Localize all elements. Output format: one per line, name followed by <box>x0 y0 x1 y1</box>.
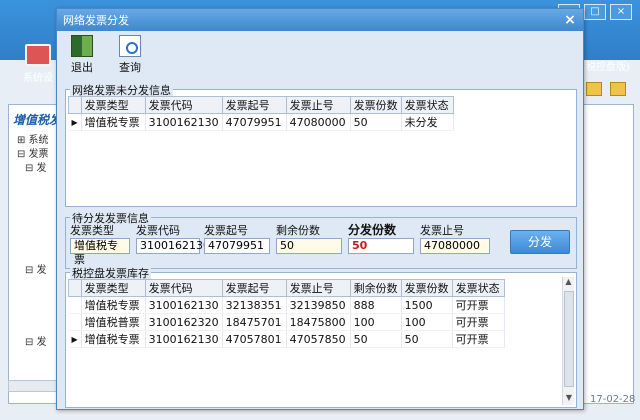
distribute-count-label: 分发份数 <box>348 223 397 237</box>
table-row[interactable]: ▶ 增值税专票 3100162130 47057801 47057850 50 … <box>68 330 505 348</box>
table-header-row: 发票类型 发票代码 发票起号 发票止号 发票份数 发票状态 <box>68 96 454 114</box>
invoice-type-label: 发票类型 <box>70 224 114 237</box>
table-cell: 47079951 <box>222 113 287 131</box>
inventory-table: 发票类型 发票代码 发票起号 发票止号 剩余份数 发票份数 发票状态 增值税专票… <box>68 279 505 348</box>
table-cell: 50 <box>350 113 402 131</box>
start-number-label: 发票起号 <box>204 224 248 237</box>
remaining-count-field[interactable]: 50 <box>276 238 342 254</box>
column-header[interactable]: 发票起号 <box>221 96 287 114</box>
folder-icon[interactable] <box>610 82 626 96</box>
table-cell: 50 <box>350 330 402 348</box>
column-header[interactable]: 发票份数 <box>349 96 402 114</box>
bg-status-date: 17-02-28 <box>590 394 636 405</box>
table-cell: 可开票 <box>452 330 505 348</box>
end-number-label: 发票止号 <box>420 224 464 237</box>
scroll-up-icon[interactable]: ▲ <box>563 277 574 289</box>
row-selected-marker: ▶ <box>68 113 82 131</box>
row-marker <box>68 296 82 314</box>
scroll-thumb[interactable] <box>564 291 574 387</box>
bg-maximize-button[interactable]: □ <box>584 4 606 20</box>
table-cell: 1500 <box>401 296 453 314</box>
row-selected-marker: ▶ <box>68 330 82 348</box>
door-exit-icon <box>71 35 93 57</box>
table-cell: 未分发 <box>401 113 454 131</box>
table-cell: 32139850 <box>286 296 351 314</box>
table-cell: 增值税专票 <box>81 296 146 314</box>
bg-system-settings-label: 系统设 <box>23 73 53 84</box>
undistributed-table: 发票类型 发票代码 发票起号 发票止号 发票份数 发票状态 ▶ 增值税专票 31… <box>68 96 454 131</box>
table-cell: 增值税专票 <box>81 330 146 348</box>
exit-label: 退出 <box>71 61 93 74</box>
table-cell: 增值税专票 <box>81 113 146 131</box>
column-header[interactable]: 发票份数 <box>400 279 453 297</box>
pending-distribution-group: 待分发发票信息 发票类型 发票代码 发票起号 剩余份数 分发份数 发票止号 增值… <box>65 210 577 269</box>
table-cell: 3100162130 <box>145 296 223 314</box>
table-row[interactable]: 增值税普票 3100162320 18475701 18475800 100 1… <box>68 313 505 331</box>
table-cell: 18475800 <box>286 313 351 331</box>
remaining-count-label: 剩余份数 <box>276 224 320 237</box>
query-button[interactable]: 查询 <box>113 35 147 74</box>
bg-right-toolbar <box>586 82 626 96</box>
table-header-row: 发票类型 发票代码 发票起号 发票止号 剩余份数 发票份数 发票状态 <box>68 279 505 297</box>
tax-disk-inventory-group: 税控盘发票库存 发票类型 发票代码 发票起号 发票止号 剩余份数 发票份数 发票… <box>65 265 577 408</box>
bg-right-panel <box>582 104 634 404</box>
column-header[interactable]: 剩余份数 <box>349 279 402 297</box>
column-header[interactable]: 发票类型 <box>80 279 146 297</box>
end-number-field[interactable]: 47080000 <box>420 238 490 254</box>
dialog-titlebar: 网络发票分发 <box>57 9 583 31</box>
bg-close-button[interactable]: × <box>610 4 632 20</box>
column-header[interactable]: 发票起号 <box>221 279 287 297</box>
table-row[interactable]: 增值税专票 3100162130 32138351 32139850 888 1… <box>68 296 505 314</box>
table-cell: 888 <box>350 296 402 314</box>
column-header[interactable]: 发票代码 <box>144 279 223 297</box>
row-marker <box>68 313 82 331</box>
table-row[interactable]: ▶ 增值税专票 3100162130 47079951 47080000 50 … <box>68 113 454 131</box>
scroll-down-icon[interactable]: ▼ <box>563 393 575 405</box>
table-cell: 增值税普票 <box>81 313 146 331</box>
invoice-code-field[interactable]: 3100162130 <box>136 238 210 254</box>
column-header[interactable]: 发票状态 <box>400 96 454 114</box>
distribute-button[interactable]: 分发 <box>510 230 570 254</box>
undistributed-invoices-group: 网络发票未分发信息 发票类型 发票代码 发票起号 发票止号 发票份数 发票状态 … <box>65 82 577 207</box>
table-cell: 3100162130 <box>145 330 223 348</box>
invoice-type-field[interactable]: 增值税专票 <box>70 238 130 266</box>
table-cell: 100 <box>401 313 453 331</box>
close-icon[interactable]: × <box>561 12 579 28</box>
table-cell: 可开票 <box>452 296 505 314</box>
bg-version-text: 税控盘版) <box>586 62 630 73</box>
table-cell: 可开票 <box>452 313 505 331</box>
table-cell: 47057850 <box>286 330 351 348</box>
network-invoice-distribution-dialog: 网络发票分发 × 退出 查询 网络发票未分发信息 发票类型 发票代码 发票起号 … <box>56 8 584 410</box>
row-marker-header <box>68 279 82 297</box>
invoice-code-label: 发票代码 <box>136 224 180 237</box>
bg-system-settings-button[interactable]: 系统设 <box>18 44 58 84</box>
row-marker-header <box>68 96 82 114</box>
exit-button[interactable]: 退出 <box>65 35 99 74</box>
table-cell: 47080000 <box>286 113 351 131</box>
table-cell: 47057801 <box>222 330 287 348</box>
search-icon <box>119 35 141 57</box>
key-icon[interactable] <box>586 82 602 96</box>
dialog-toolbar: 退出 查询 <box>57 31 583 75</box>
table-cell: 3100162320 <box>145 313 223 331</box>
query-label: 查询 <box>119 61 141 74</box>
dialog-title: 网络发票分发 <box>63 14 129 27</box>
start-number-field[interactable]: 47079951 <box>204 238 270 254</box>
table-cell: 50 <box>401 330 453 348</box>
inventory-vertical-scrollbar[interactable]: ▲ ▼ <box>562 277 574 405</box>
system-settings-icon <box>25 44 51 66</box>
table-cell: 18475701 <box>222 313 287 331</box>
distribute-count-input[interactable]: 50 <box>348 238 414 254</box>
column-header[interactable]: 发票止号 <box>285 279 351 297</box>
table-cell: 100 <box>350 313 402 331</box>
table-cell: 32138351 <box>222 296 287 314</box>
table-cell: 3100162130 <box>145 113 223 131</box>
column-header[interactable]: 发票状态 <box>451 279 505 297</box>
column-header[interactable]: 发票类型 <box>80 96 146 114</box>
column-header[interactable]: 发票代码 <box>144 96 223 114</box>
column-header[interactable]: 发票止号 <box>285 96 351 114</box>
